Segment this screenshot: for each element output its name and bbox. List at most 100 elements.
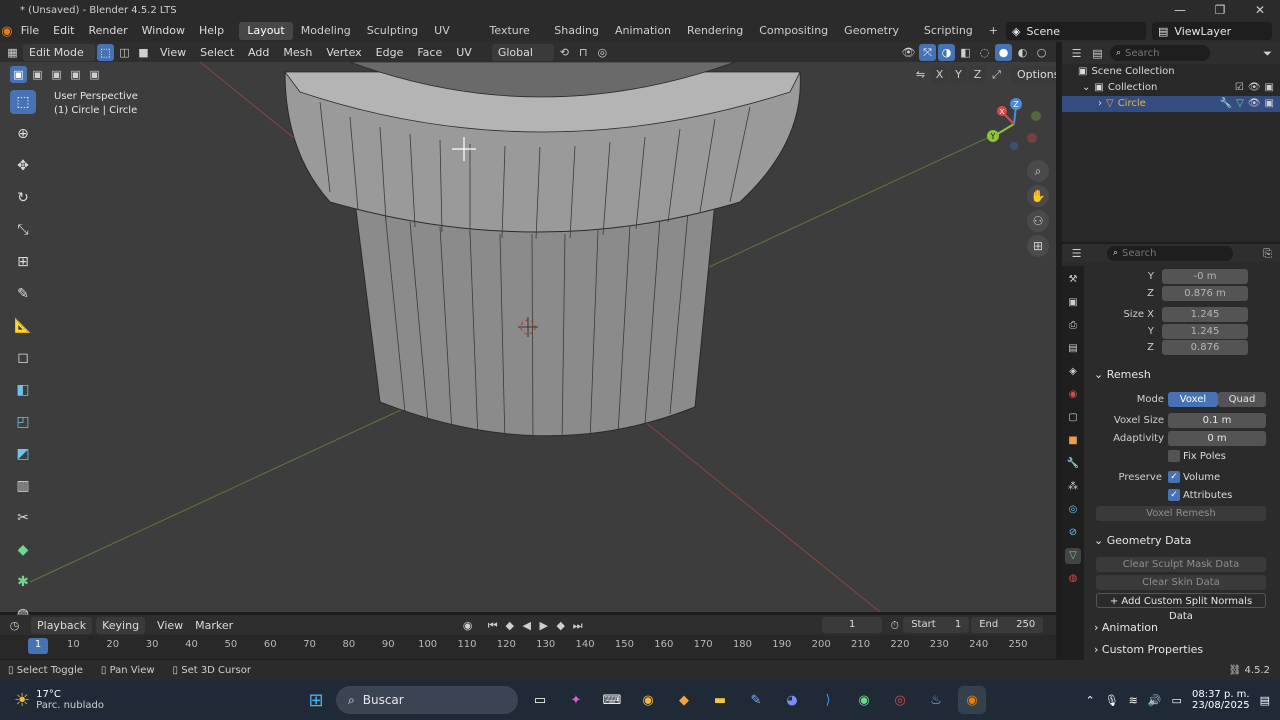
- clear-skin-data-button[interactable]: Clear Skin Data: [1096, 575, 1266, 590]
- menu-face[interactable]: Face: [411, 44, 448, 61]
- particles-tab-icon[interactable]: ⁂: [1065, 479, 1081, 495]
- orientation-selector[interactable]: Global: [491, 43, 554, 61]
- camera-view-icon[interactable]: ⚇: [1027, 210, 1049, 232]
- copilot-icon[interactable]: ✦: [562, 686, 590, 714]
- solid-shading-icon[interactable]: ●: [995, 43, 1012, 61]
- filter-icon[interactable]: ⏷: [1259, 45, 1276, 62]
- scene-selector[interactable]: ◈ Scene: [1006, 22, 1146, 40]
- proportional-edit-icon[interactable]: ◎: [594, 44, 611, 61]
- tab-layout[interactable]: Layout: [239, 22, 293, 40]
- material-shading-icon[interactable]: ◐: [1014, 44, 1031, 61]
- physics-tab-icon[interactable]: ◎: [1065, 502, 1081, 518]
- edge-select-icon[interactable]: ◫: [116, 44, 133, 61]
- tab-sculpting[interactable]: Sculpting: [359, 22, 426, 40]
- outliner-search[interactable]: ⌕ Search: [1110, 45, 1210, 61]
- properties-editor-icon[interactable]: ☰: [1068, 245, 1085, 262]
- select-box-tool-icon[interactable]: ⬚: [10, 90, 36, 114]
- navigation-gizmo[interactable]: Z Y X: [980, 94, 1046, 154]
- fix-poles-checkbox[interactable]: Fix Poles: [1168, 449, 1226, 464]
- battery-icon[interactable]: ▭: [1172, 694, 1182, 707]
- display-mode-icon[interactable]: ▤: [1089, 45, 1106, 62]
- vscode-icon[interactable]: ⟩: [814, 686, 842, 714]
- pin-icon[interactable]: ⎘: [1259, 245, 1276, 262]
- menu-edit[interactable]: Edit: [46, 20, 81, 42]
- location-z-field[interactable]: 0.876 m: [1162, 286, 1248, 301]
- bevel-tool-icon[interactable]: ◩: [10, 442, 36, 466]
- jump-start-icon[interactable]: ⏮: [484, 617, 501, 634]
- object-tab-icon[interactable]: ■: [1065, 433, 1081, 449]
- view-layer-tab-icon[interactable]: ▤: [1065, 341, 1081, 357]
- voxel-remesh-button[interactable]: Voxel Remesh: [1096, 506, 1266, 521]
- face-select-icon[interactable]: ■: [135, 44, 152, 61]
- size-y-field[interactable]: 1.245: [1162, 324, 1248, 339]
- outliner-row-circle[interactable]: › ▽ Circle 🔧 ▽ 👁 ▣: [1062, 96, 1280, 112]
- eye-icon[interactable]: 👁: [1248, 96, 1261, 112]
- blender-taskbar-icon[interactable]: ◉: [958, 686, 986, 714]
- mode-quad-button[interactable]: Quad: [1218, 392, 1266, 407]
- wireframe-shading-icon[interactable]: ◌: [976, 44, 993, 61]
- expand-chevron-icon[interactable]: ›: [1098, 96, 1102, 112]
- select-subtract-icon[interactable]: ▣: [48, 66, 65, 83]
- overlay-toggle-icon[interactable]: ◑: [938, 43, 955, 61]
- timeline-ruler[interactable]: 1 10 20 30 40 50 60 70 80 90 100 110 120 130 140 150 160…: [0, 635, 1056, 659]
- taskbar-search[interactable]: ⌕ Buscar: [336, 686, 518, 714]
- start-menu-icon[interactable]: ⊞: [302, 686, 330, 714]
- tab-modeling[interactable]: Modeling: [293, 22, 359, 40]
- preserve-attributes-checkbox[interactable]: ✓ Attributes: [1168, 488, 1232, 503]
- prev-keyframe-icon[interactable]: ◆: [501, 617, 518, 634]
- marker-menu[interactable]: Marker: [189, 617, 239, 634]
- ortho-grid-icon[interactable]: ⊞: [1027, 235, 1049, 257]
- clock[interactable]: 08:37 p. m. 23/08/2025: [1192, 689, 1250, 711]
- inset-tool-icon[interactable]: ◰: [10, 410, 36, 434]
- select-extend-icon[interactable]: ▣: [29, 66, 46, 83]
- notification-icon[interactable]: ▤: [1260, 694, 1270, 707]
- menu-render[interactable]: Render: [81, 20, 134, 42]
- transform-tool-icon[interactable]: ⊞: [10, 250, 36, 274]
- select-invert-icon[interactable]: ▣: [67, 66, 84, 83]
- outliner-row-scene-collection[interactable]: ▣ Scene Collection: [1062, 64, 1280, 80]
- mirror-x-button[interactable]: X: [931, 66, 948, 83]
- tab-compositing[interactable]: Compositing: [751, 22, 836, 40]
- measure-tool-icon[interactable]: 📐: [10, 314, 36, 338]
- task-view-icon[interactable]: ▭: [526, 686, 554, 714]
- camera-icon[interactable]: ▣: [1265, 96, 1274, 112]
- tab-animation[interactable]: Animation: [607, 22, 679, 40]
- camera-icon[interactable]: ▣: [1265, 80, 1274, 96]
- start-frame-field[interactable]: Start 1: [903, 617, 970, 633]
- pen-app-icon[interactable]: ✎: [742, 686, 770, 714]
- eye-icon[interactable]: 👁: [1248, 80, 1261, 96]
- world-tab-icon[interactable]: ◉: [1065, 387, 1081, 403]
- menu-mesh[interactable]: Mesh: [277, 44, 318, 61]
- zoom-icon[interactable]: ⌕: [1027, 160, 1049, 182]
- clear-sculpt-mask-button[interactable]: Clear Sculpt Mask Data: [1096, 557, 1266, 572]
- menu-view[interactable]: View: [154, 44, 192, 61]
- tab-scripting[interactable]: Scripting: [916, 22, 981, 40]
- loop-cut-tool-icon[interactable]: ▥: [10, 474, 36, 498]
- stopwatch-icon[interactable]: ⏱: [886, 617, 903, 634]
- end-frame-field[interactable]: End 250: [971, 617, 1044, 633]
- outliner-editor-icon[interactable]: ☰: [1068, 45, 1085, 62]
- viewlayer-selector[interactable]: ▤ ViewLayer: [1152, 22, 1272, 40]
- remesh-panel-header[interactable]: ⌄ Remesh: [1094, 367, 1151, 383]
- git-icon[interactable]: ◆: [670, 686, 698, 714]
- move-tool-icon[interactable]: ✥: [10, 154, 36, 178]
- adaptivity-field[interactable]: 0 m: [1168, 431, 1266, 446]
- size-x-field[interactable]: 1.245: [1162, 307, 1248, 322]
- tray-chevron-icon[interactable]: ⌃: [1085, 694, 1094, 707]
- visibility-icon[interactable]: 👁: [900, 44, 917, 61]
- vertex-select-icon[interactable]: ⬚: [97, 43, 114, 61]
- next-keyframe-icon[interactable]: ◆: [552, 617, 569, 634]
- outliner-row-collection[interactable]: ⌄ ▣ Collection ☑ 👁 ▣: [1062, 80, 1280, 96]
- menu-uv[interactable]: UV: [450, 44, 478, 61]
- location-y-field[interactable]: -0 m: [1162, 269, 1248, 284]
- tab-rendering[interactable]: Rendering: [679, 22, 751, 40]
- play-reverse-icon[interactable]: ◀: [518, 617, 535, 634]
- mesh-data-tab-icon[interactable]: ▽: [1065, 548, 1081, 564]
- menu-window[interactable]: Window: [135, 20, 192, 42]
- add-custom-normals-button[interactable]: + Add Custom Split Normals Data: [1096, 593, 1266, 622]
- add-cube-tool-icon[interactable]: ◻: [10, 346, 36, 370]
- close-button[interactable]: ✕: [1240, 3, 1280, 17]
- menu-help[interactable]: Help: [192, 20, 231, 42]
- jump-end-icon[interactable]: ⏭: [569, 617, 586, 634]
- animation-panel-header[interactable]: › Animation: [1094, 620, 1158, 636]
